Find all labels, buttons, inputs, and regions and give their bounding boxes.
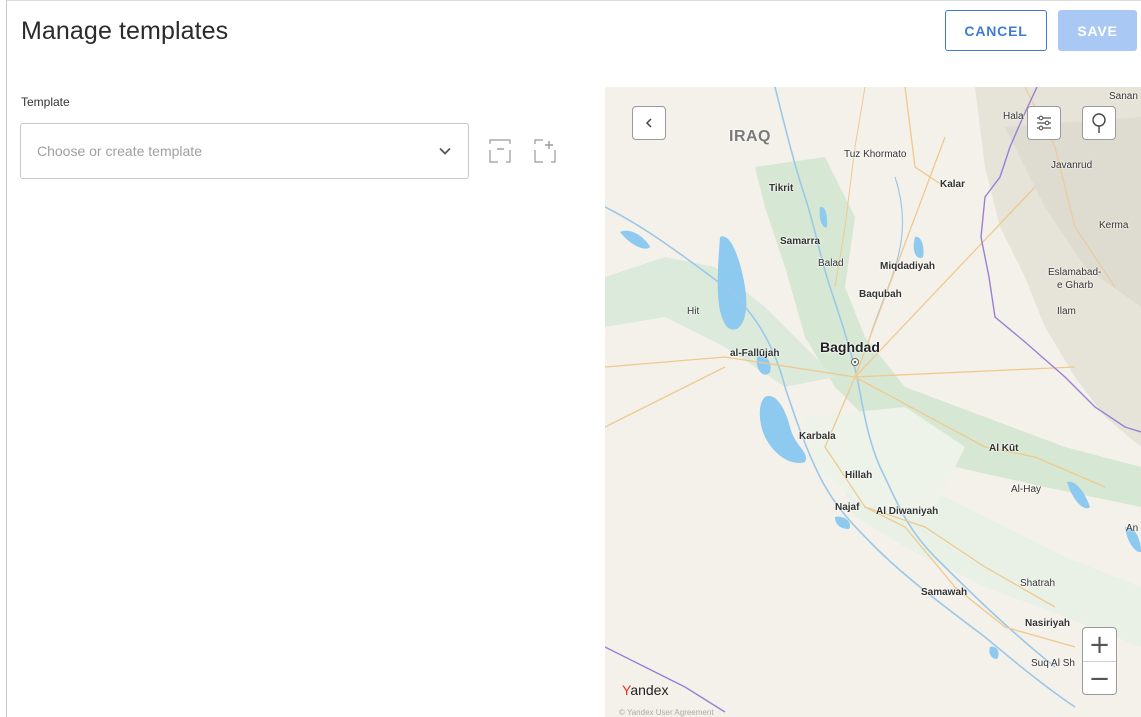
map-label-city: Baqubah (859, 289, 902, 300)
map-view[interactable]: IRAQ Sanan Hala Tuz Khormato Javanrud Ti… (605, 87, 1141, 717)
template-input[interactable] (37, 124, 417, 178)
map-label-city: Balad (818, 258, 844, 269)
map-back-button[interactable] (632, 106, 666, 140)
yandex-logo: Yandex (622, 682, 669, 698)
template-select[interactable] (20, 123, 469, 179)
zoom-out-button[interactable]: − (1083, 661, 1116, 695)
template-label: Template (21, 95, 70, 109)
map-copyright[interactable]: © Yandex User Agreement (619, 708, 714, 717)
map-filters-button[interactable] (1027, 106, 1061, 140)
map-label-city: Hala (1003, 111, 1024, 122)
map-label-city: Tikrit (769, 183, 794, 194)
map-label-city: Ilam (1057, 306, 1076, 317)
map-pin-button[interactable] (1082, 106, 1116, 140)
map-label-city: Hillah (845, 470, 873, 481)
map-label-city: Kalar (940, 179, 966, 190)
remove-template-icon[interactable] (489, 139, 511, 163)
map-label-city: Al-Hay (1011, 484, 1042, 495)
map-label-city: Shatrah (1020, 578, 1056, 589)
map-label-city: Karbala (799, 431, 836, 442)
map-label-city: Samawah (921, 587, 968, 598)
map-label-capital: Baghdad (820, 339, 880, 355)
chevron-left-icon (645, 118, 652, 128)
map-zoom-control: + − (1082, 627, 1117, 695)
map-label-city: Tuz Khormato (844, 149, 907, 160)
sliders-icon (1037, 115, 1051, 131)
map-label-city: Najaf (835, 502, 860, 513)
map-label-city: Sanan (1109, 91, 1138, 102)
map-label-city: An (1126, 523, 1139, 534)
map-label-city: Al Kūt (989, 443, 1019, 454)
map-label-city: Eslamabad- (1048, 267, 1102, 278)
zoom-in-button[interactable]: + (1083, 628, 1116, 661)
map-label-city: al-Fallūjah (730, 348, 780, 359)
map-label-city: Nasiriyah (1025, 618, 1071, 629)
map-label-city: Miqdadiyah (880, 261, 936, 272)
map-label-country: IRAQ (729, 128, 771, 145)
map-label-city: e Gharb (1057, 280, 1094, 291)
add-template-icon[interactable] (534, 139, 556, 163)
map-pin-icon (1092, 113, 1106, 133)
map-label-city: Hit (687, 306, 700, 317)
cancel-button[interactable]: CANCEL (945, 10, 1047, 51)
map-label-city: Javanrud (1051, 160, 1093, 171)
map-label-city: Samarra (780, 236, 821, 247)
page-title: Manage templates (21, 17, 229, 45)
save-button[interactable]: SAVE (1058, 10, 1137, 51)
map-label-city: Kerma (1099, 220, 1129, 231)
map-label-city: Suq Al Sh (1031, 658, 1075, 669)
chevron-down-icon[interactable] (438, 144, 452, 158)
map-label-city: Al Diwaniyah (876, 506, 939, 517)
